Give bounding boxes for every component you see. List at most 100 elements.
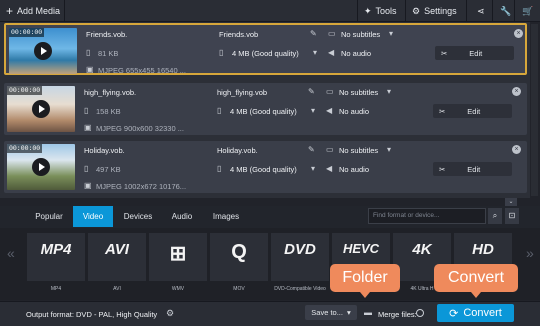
plus-icon: +	[6, 4, 14, 18]
chevron-left-icon[interactable]: «	[7, 245, 15, 261]
add-media-button[interactable]: + Add Media	[6, 0, 60, 22]
file-icon: ▯	[84, 106, 89, 115]
format-avi[interactable]: AVI	[88, 233, 146, 281]
format-label: WMV	[171, 286, 185, 292]
magic-wand-icon: ✦	[364, 5, 372, 16]
subtitles-select[interactable]: No subtitles	[339, 88, 378, 97]
video-thumbnail[interactable]: 00:00:00	[9, 28, 77, 74]
file-icon: ▯	[84, 164, 89, 173]
play-icon[interactable]	[32, 158, 50, 176]
search-icon[interactable]: ⌕	[488, 208, 502, 224]
chevron-down-icon[interactable]: ▾	[387, 87, 391, 96]
chevron-down-icon[interactable]: ▾	[311, 106, 315, 115]
format-wmv[interactable]: ⊞	[149, 233, 207, 281]
convert-button[interactable]: ⟳ Convert	[437, 304, 514, 322]
source-filename: high_flying.vob.	[84, 88, 137, 97]
gear-icon[interactable]: ⚙	[166, 308, 174, 319]
format-logo: MP4	[40, 241, 72, 258]
merge-toggle[interactable]	[416, 309, 424, 317]
audio-select[interactable]: No audio	[341, 49, 371, 58]
subtitles-icon: ▭	[328, 29, 336, 38]
chevron-down-icon: ▾	[346, 308, 351, 317]
merge-files-label: Merge files:	[378, 310, 417, 319]
chevron-right-icon[interactable]: »	[526, 245, 534, 261]
close-icon[interactable]: ×	[514, 29, 523, 38]
tools-button[interactable]: ✦ Tools	[364, 0, 397, 22]
folder-icon[interactable]: ▬	[364, 308, 372, 317]
source-codec: MJPEG 900x600 32330 ...	[96, 124, 184, 133]
format-mp4[interactable]: MP4	[27, 233, 85, 281]
format-logo: DVD	[284, 241, 316, 258]
file-row[interactable]: 00:00:00 Holiday.vob. ▯ 497 KB ▣ MJPEG 1…	[4, 141, 527, 193]
film-icon: ▣	[84, 181, 92, 190]
wrench-icon: 🔧	[500, 5, 512, 16]
file-row[interactable]: 00:00:00 high_flying.vob. ▯ 158 KB ▣ MJP…	[4, 83, 527, 135]
chevron-down-icon[interactable]: ▾	[311, 164, 315, 173]
format-label: MP4	[50, 286, 62, 292]
pencil-icon[interactable]: ✎	[308, 145, 315, 154]
subtitles-select[interactable]: No subtitles	[341, 30, 380, 39]
format-label: MOV	[233, 286, 245, 292]
edit-button[interactable]: ✂ Edit	[433, 162, 512, 176]
speaker-icon: ◀	[328, 48, 335, 57]
close-icon[interactable]: ×	[512, 145, 521, 154]
tab-video[interactable]: Video	[73, 206, 113, 227]
source-size: 497 KB	[96, 165, 121, 174]
tab-audio[interactable]: Audio	[162, 206, 202, 227]
output-size[interactable]: 4 MB (Good quality)	[230, 107, 297, 116]
output-filename[interactable]: Friends.vob	[219, 30, 258, 39]
tab-popular[interactable]: Popular	[28, 206, 70, 227]
chevron-down-icon[interactable]: ▾	[387, 145, 391, 154]
chevron-down-icon[interactable]: ▾	[313, 48, 317, 57]
thumbnail-time: 00:00:00	[9, 28, 45, 37]
edit-label: Edit	[469, 48, 483, 58]
audio-select[interactable]: No audio	[339, 107, 369, 116]
format-dvd[interactable]: DVD	[271, 233, 329, 281]
close-icon[interactable]: ×	[512, 87, 521, 96]
audio-select[interactable]: No audio	[339, 165, 369, 174]
toolbar-divider	[64, 0, 65, 22]
output-format-label[interactable]: Output format: DVD - PAL, High Quality	[26, 310, 157, 319]
toolbar-divider	[466, 0, 467, 22]
pencil-icon[interactable]: ✎	[308, 87, 315, 96]
source-codec: MJPEG 655x455 16540 ...	[98, 66, 186, 75]
format-logo: HEVC	[342, 241, 380, 256]
save-to-button[interactable]: Save to... ▾	[305, 305, 357, 320]
chevron-down-icon[interactable]: ▾	[389, 29, 393, 38]
settings-label: Settings	[424, 6, 457, 16]
tab-images[interactable]: Images	[204, 206, 248, 227]
toolbar-divider	[492, 0, 493, 22]
file-icon: ▯	[217, 164, 222, 173]
pencil-icon[interactable]: ✎	[310, 29, 317, 38]
format-search-input[interactable]: Find format or device...	[368, 208, 486, 224]
scissors-icon: ✂	[441, 48, 448, 58]
output-size[interactable]: 4 MB (Good quality)	[230, 165, 297, 174]
share-button[interactable]: ⋖	[477, 0, 485, 22]
play-icon[interactable]	[34, 42, 52, 60]
quicktime-icon: Q	[231, 241, 247, 263]
cart-button[interactable]: 🛒	[522, 0, 533, 22]
video-thumbnail[interactable]: 00:00:00	[7, 86, 75, 132]
video-thumbnail[interactable]: 00:00:00	[7, 144, 75, 190]
top-toolbar	[0, 0, 540, 22]
settings-button[interactable]: ⚙ Settings	[412, 0, 457, 22]
output-size[interactable]: 4 MB (Good quality)	[232, 49, 299, 58]
thumbnail-time: 00:00:00	[7, 144, 43, 153]
folder-callout: Folder	[330, 264, 400, 298]
scrollbar[interactable]	[531, 24, 538, 196]
wrench-button[interactable]: 🔧	[500, 0, 511, 22]
file-icon: ▯	[217, 106, 222, 115]
device-detect-icon[interactable]: ⊡	[505, 208, 519, 224]
gear-icon: ⚙	[412, 5, 421, 16]
collapse-icon[interactable]: ⌄	[505, 198, 517, 206]
tab-devices[interactable]: Devices	[116, 206, 160, 227]
play-icon[interactable]	[32, 100, 50, 118]
output-filename[interactable]: high_flying.vob	[217, 88, 267, 97]
output-filename[interactable]: Holiday.vob.	[217, 146, 258, 155]
edit-button[interactable]: ✂ Edit	[435, 46, 514, 60]
format-mov[interactable]: Q	[210, 233, 268, 281]
file-row[interactable]: 00:00:00 Friends.vob. ▯ 81 KB ▣ MJPEG 65…	[4, 23, 527, 75]
subtitles-select[interactable]: No subtitles	[339, 146, 378, 155]
edit-button[interactable]: ✂ Edit	[433, 104, 512, 118]
file-icon: ▯	[86, 48, 91, 57]
